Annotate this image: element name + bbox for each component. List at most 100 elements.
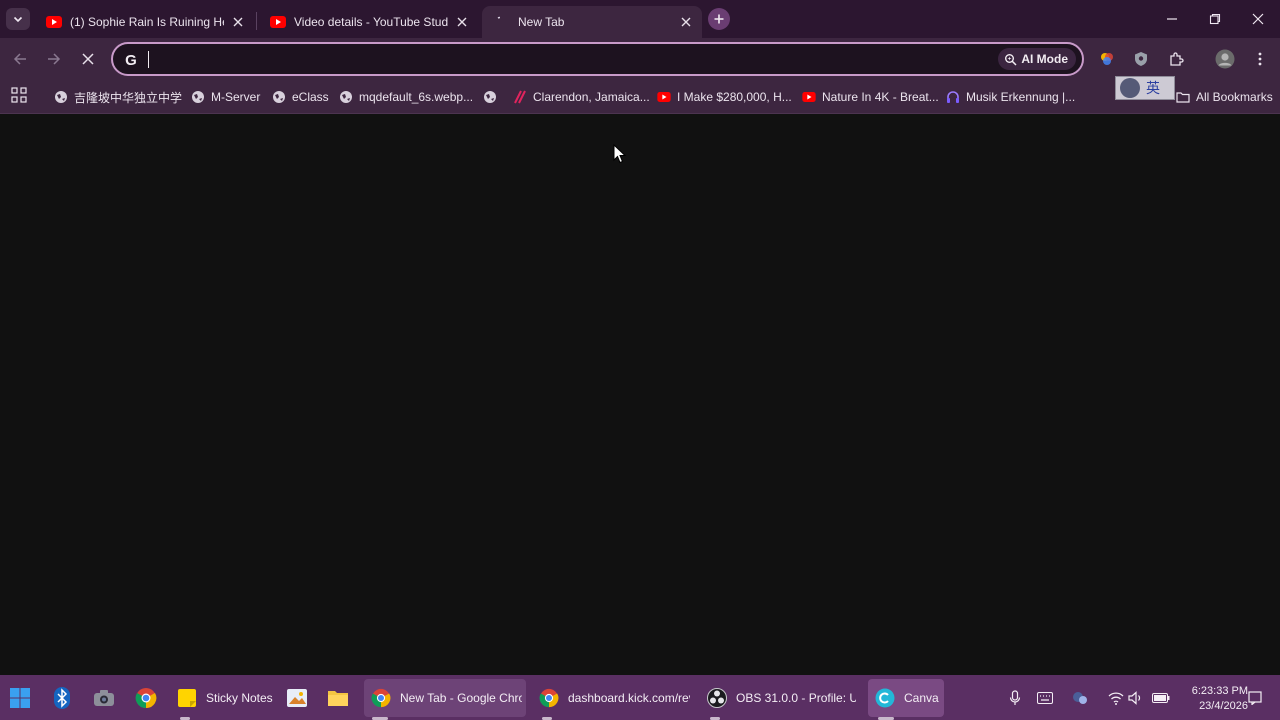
colorful-extension-icon[interactable] [1096,48,1118,70]
arrow-left-icon [13,53,26,65]
clock-time: 6:23:33 PM [1191,685,1248,697]
globe-icon [339,90,353,104]
globe-icon [191,90,205,104]
taskbar-app-kick-dashboard[interactable]: dashboard.kick.com/rev [532,679,694,717]
new-tab-button[interactable] [708,8,730,30]
youtube-icon [46,16,62,28]
profile-avatar-icon[interactable] [1214,48,1236,70]
ime-language-bar[interactable]: 英 [1115,76,1175,100]
ime-globe-icon [1120,78,1140,98]
extensions-puzzle-icon[interactable] [1165,48,1187,70]
youtube-icon [657,90,671,104]
taskbar-app-obs[interactable]: OBS 31.0.0 - Profile: Unt [700,679,862,717]
microphone-icon[interactable] [1006,689,1024,707]
restore-icon [1209,13,1221,25]
windows-logo-icon [10,688,30,708]
tab-strip: (1) Sophie Rain Is Ruining Her L Video d… [0,0,1280,38]
taskbar-app-label: Canva [904,691,939,705]
all-bookmarks-button[interactable]: All Bookmarks [1176,86,1273,108]
taskbar-app-chrome-new-tab[interactable]: New Tab - Google Chrome [364,679,526,717]
shield-extension-icon[interactable] [1130,48,1152,70]
bookmark-label: Nature In 4K - Breat... [822,90,939,104]
forward-button[interactable] [41,46,67,72]
bookmark-item[interactable]: mqdefault_6s.webp... [339,86,473,108]
bookmark-item[interactable]: M-Server [191,86,260,108]
globe-icon [272,90,286,104]
system-clock[interactable]: 6:23:33 PM 23/4/2026 [1176,684,1248,714]
text-caret [148,51,149,68]
language-ime-icon[interactable] [1071,689,1089,707]
bookmark-item[interactable]: Nature In 4K - Breat... [802,86,939,108]
tab-new-tab[interactable]: New Tab [482,6,702,38]
youtube-studio-icon [270,16,286,28]
chrome-icon [370,687,392,709]
folder-icon [328,691,348,706]
headphones-icon [946,90,960,104]
apps-grid-icon[interactable] [10,86,28,104]
more-menu-icon[interactable] [1249,48,1271,70]
tab-youtube-studio[interactable]: Video details - YouTube Studio [258,6,478,38]
camera-app[interactable] [92,686,116,710]
bookmark-item[interactable]: eClass [272,86,329,108]
bookmark-item[interactable]: Clarendon, Jamaica... [513,86,650,108]
taskbar-app-sticky-notes[interactable]: Sticky Notes [170,679,274,717]
canva-icon [874,687,896,709]
wifi-icon[interactable] [1107,689,1125,707]
close-tab-icon[interactable] [230,14,246,30]
close-tab-icon[interactable] [454,14,470,30]
all-bookmarks-label: All Bookmarks [1196,90,1273,104]
site-icon [513,90,527,104]
notifications-icon[interactable] [1246,689,1264,707]
taskbar-app-label: New Tab - Google Chrome [400,691,522,705]
tab-separator [256,12,257,30]
taskbar-app-label: dashboard.kick.com/rev [568,691,690,705]
address-bar[interactable]: G AI Mode [111,42,1084,76]
minimize-button[interactable] [1158,6,1186,32]
ai-mode-button[interactable]: AI Mode [998,48,1076,70]
bookmark-label: I Make $280,000, H... [677,90,792,104]
close-tab-icon[interactable] [678,14,694,30]
loading-spinner-icon [497,16,501,19]
google-g-icon: G [125,51,137,69]
plus-icon [714,14,724,24]
bluetooth-app[interactable] [50,686,74,710]
file-explorer-app[interactable] [326,686,350,710]
stop-loading-button[interactable] [75,46,101,72]
photos-app[interactable] [285,686,309,710]
taskbar-app-label: Sticky Notes [206,691,273,705]
chrome-icon [538,687,560,709]
tab-title: Video details - YouTube Studio [294,15,448,29]
bookmark-label: Musik Erkennung |... [966,90,1076,104]
restore-button[interactable] [1201,6,1229,32]
mouse-cursor-icon [613,144,627,164]
globe-icon [54,90,68,104]
sparkle-search-icon [1005,53,1017,66]
bookmark-label: 吉隆坡中华独立中学 [74,90,183,105]
ime-mode-label: 英 [1146,80,1160,96]
chrome-app[interactable] [134,686,158,710]
youtube-icon [802,90,816,104]
close-window-button[interactable] [1244,6,1272,32]
bookmarks-bar: 吉隆坡中华独立中学 M-Server eClass mqdefault_6s.w… [0,80,1280,114]
bookmark-item[interactable]: I Make $280,000, H... [657,86,792,108]
bookmark-item[interactable]: Musik Erkennung |... [946,86,1075,108]
tab-title: (1) Sophie Rain Is Ruining Her L [70,15,224,29]
windows-taskbar: Sticky Notes New Tab - Google Chrome das… [0,675,1280,720]
volume-icon[interactable] [1127,689,1145,707]
tab-title: New Tab [518,15,565,29]
tab-search-button[interactable] [6,8,30,30]
chrome-icon [135,688,157,709]
back-button[interactable] [7,46,33,72]
address-input[interactable] [147,49,987,69]
keyboard-icon[interactable] [1036,689,1054,707]
taskbar-app-canva[interactable]: Canva [868,679,944,717]
start-button[interactable] [8,686,32,710]
minimize-icon [1167,18,1177,20]
bookmark-item[interactable] [483,86,503,108]
battery-icon[interactable] [1152,689,1170,707]
bookmark-item[interactable]: 吉隆坡中华独立中学 [54,86,182,108]
globe-icon [483,90,497,104]
new-tab-page [0,114,1280,675]
bookmark-label: M-Server [211,90,261,104]
tab-sophie-rain[interactable]: (1) Sophie Rain Is Ruining Her L [34,6,254,38]
